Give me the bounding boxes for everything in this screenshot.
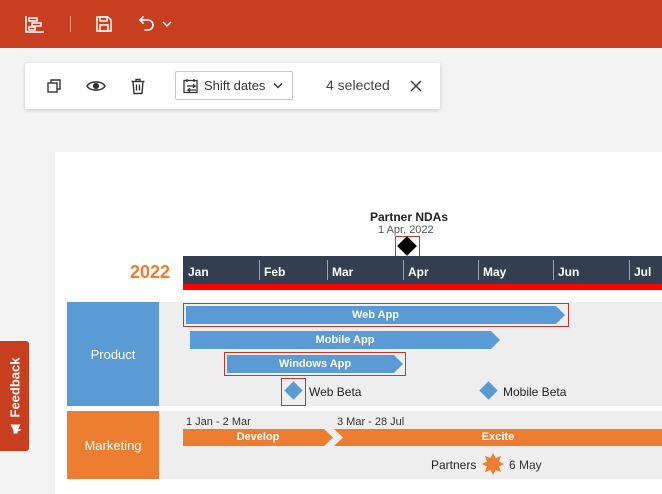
close-icon[interactable]: [407, 77, 425, 95]
shift-dates-label: Shift dates: [204, 78, 266, 93]
task-label: Web App: [351, 309, 400, 321]
month-divider: [259, 260, 260, 280]
task-date-range: 3 Mar - 28 Jul: [337, 416, 405, 428]
month-label: Mar: [332, 265, 354, 279]
month-divider: [629, 260, 630, 280]
shift-dates-button[interactable]: Shift dates: [175, 71, 293, 100]
swimlane-label: Product: [90, 347, 136, 362]
month-label: Apr: [408, 265, 429, 279]
swimlane-label: Marketing: [84, 438, 142, 453]
trash-icon[interactable]: [127, 75, 149, 97]
undo-menu-chevron-icon[interactable]: [160, 12, 174, 36]
calendar-shift-icon: [183, 78, 200, 94]
swimlane-header-product[interactable]: Product: [67, 302, 159, 406]
milestone-title: Partner NDAs: [370, 210, 449, 224]
toolbar-separator: [70, 16, 71, 32]
month-label: Jul: [634, 265, 652, 279]
star-milestone-icon[interactable]: [482, 453, 504, 475]
milestone-label: Mobile Beta: [503, 385, 567, 399]
task-date-range: 1 Jan - 2 Mar: [186, 416, 251, 428]
month-label: Jun: [558, 265, 580, 279]
save-icon[interactable]: [93, 12, 115, 36]
milestone-label: Partners: [431, 458, 477, 472]
month-divider: [327, 260, 328, 280]
undo-icon[interactable]: [136, 12, 158, 36]
task-bar-web-app[interactable]: Web App: [186, 306, 565, 324]
milestone-label: Web Beta: [309, 385, 362, 399]
timescale-bar[interactable]: Jan Feb Mar Apr May Jun Jul: [183, 256, 662, 284]
task-label: Windows App: [278, 358, 352, 370]
task-bar-mobile-app[interactable]: Mobile App: [190, 331, 500, 349]
task-label: Develop: [236, 431, 280, 443]
task-bar-develop[interactable]: Develop: [183, 429, 333, 446]
feedback-tab[interactable]: Feedback: [0, 341, 29, 451]
chevron-down-icon: [273, 82, 283, 89]
milestone-date: 6 May: [509, 458, 542, 472]
month-divider: [403, 260, 404, 280]
today-marker-line: [183, 284, 662, 290]
task-bar-excite[interactable]: Excite: [334, 429, 662, 446]
timeline-canvas: Partner NDAs 1 Apr, 2022 2022 Jan Feb Ma…: [55, 152, 662, 494]
swimlane-header-marketing[interactable]: Marketing: [67, 411, 159, 479]
selection-count: 4 selected: [326, 77, 390, 93]
task-label: Excite: [481, 431, 515, 443]
task-label: Mobile App: [315, 334, 375, 346]
feedback-label: Feedback: [7, 357, 22, 418]
month-label: Feb: [264, 265, 286, 279]
megaphone-icon: [9, 424, 20, 434]
month-label: Jan: [188, 265, 209, 279]
eye-icon[interactable]: [85, 75, 107, 97]
milestone-date: 1 Apr, 2022: [378, 224, 434, 236]
month-label: May: [483, 265, 507, 279]
gantt-view-icon[interactable]: [24, 12, 46, 36]
copy-icon[interactable]: [43, 75, 65, 97]
app-header: [0, 0, 662, 48]
task-bar-windows-app[interactable]: Windows App: [227, 355, 403, 373]
selection-toolbar: Shift dates 4 selected: [25, 63, 440, 109]
year-label: 2022: [130, 262, 171, 282]
month-divider: [553, 260, 554, 280]
month-divider: [478, 260, 479, 280]
